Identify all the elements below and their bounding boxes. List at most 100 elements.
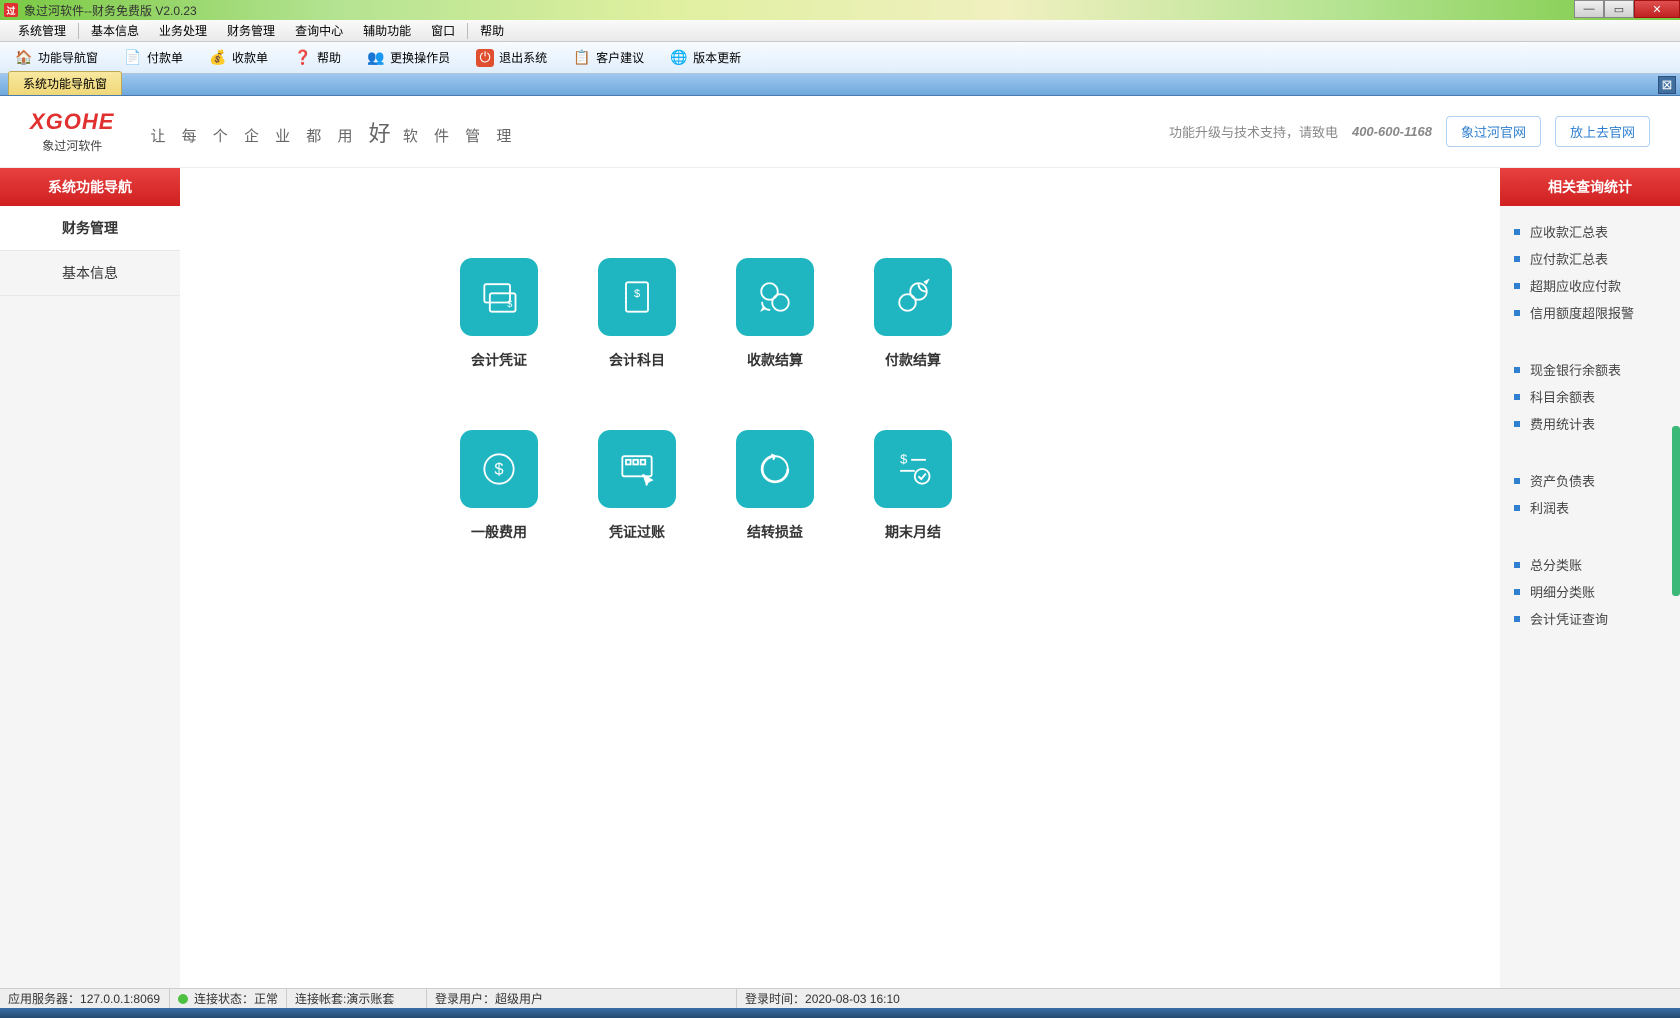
toolbar-receipt[interactable]: 💰 收款单 bbox=[198, 45, 279, 71]
menu-help[interactable]: 帮助 bbox=[470, 19, 514, 42]
main-area: 系统功能导航 财务管理 基本信息 $ 会计凭证 $ 会计科目 收款结算 付款结算… bbox=[0, 168, 1680, 988]
link-cash-balance[interactable]: 现金银行余额表 bbox=[1514, 356, 1666, 383]
tabstrip: 系统功能导航窗 ⊠ bbox=[0, 74, 1680, 96]
toolbar: 🏠功能导航窗 📄付款单 💰收款单 ❓帮助 👥更换操作员 ⏻退出系统 📋客户建议 … bbox=[0, 42, 1680, 74]
svg-text:$: $ bbox=[494, 461, 503, 479]
voucher-icon: $ bbox=[477, 275, 521, 319]
svg-text:$: $ bbox=[900, 452, 907, 467]
minimize-button[interactable]: — bbox=[1574, 0, 1604, 18]
tile-label: 付款结算 bbox=[885, 350, 941, 370]
statusbar: 应用服务器：127.0.0.1:8069 连接状态：正常 连接帐套:演示账套 登… bbox=[0, 988, 1680, 1008]
tile-post[interactable]: 凭证过账 bbox=[598, 430, 676, 542]
help-icon: ❓ bbox=[294, 49, 312, 67]
power-icon: ⏻ bbox=[476, 49, 494, 67]
support-phone: 400-600-1168 bbox=[1352, 124, 1432, 139]
link-overdue[interactable]: 超期应收应付款 bbox=[1514, 272, 1666, 299]
menu-business[interactable]: 业务处理 bbox=[149, 19, 217, 42]
close-button[interactable]: ✕ bbox=[1634, 0, 1680, 18]
link-payable-summary[interactable]: 应付款汇总表 bbox=[1514, 245, 1666, 272]
status-login-time: 登录时间：2020-08-03 16:10 bbox=[737, 989, 1047, 1008]
link-subject-balance[interactable]: 科目余额表 bbox=[1514, 383, 1666, 410]
status-server: 应用服务器：127.0.0.1:8069 bbox=[0, 989, 170, 1008]
menu-separator bbox=[467, 23, 468, 39]
status-user: 登录用户：超级用户 bbox=[427, 989, 737, 1008]
menu-finance[interactable]: 财务管理 bbox=[217, 19, 285, 42]
logo-text: XGOHE bbox=[30, 109, 114, 135]
tile-expense[interactable]: $ 一般费用 bbox=[460, 430, 538, 542]
toolbar-label: 更换操作员 bbox=[390, 49, 450, 66]
toolbar-help[interactable]: ❓帮助 bbox=[283, 45, 352, 71]
menu-aux[interactable]: 辅助功能 bbox=[353, 19, 421, 42]
os-taskbar bbox=[0, 1008, 1680, 1018]
users-icon: 👥 bbox=[367, 49, 385, 67]
book-icon: $ bbox=[615, 275, 659, 319]
toolbar-label: 客户建议 bbox=[596, 49, 644, 66]
scrollbar-rail bbox=[1670, 96, 1680, 916]
link-credit-alert[interactable]: 信用额度超限报警 bbox=[1514, 299, 1666, 326]
toolbar-label: 功能导航窗 bbox=[38, 49, 98, 66]
doc-icon: 📄 bbox=[124, 49, 142, 67]
tile-receive-settle[interactable]: 收款结算 bbox=[736, 258, 814, 370]
link-profit[interactable]: 利润表 bbox=[1514, 494, 1666, 521]
scrollbar-thumb[interactable] bbox=[1672, 426, 1680, 596]
link-receivable-summary[interactable]: 应收款汇总表 bbox=[1514, 218, 1666, 245]
coins-in-icon bbox=[753, 275, 797, 319]
close-all-tabs-icon[interactable]: ⊠ bbox=[1658, 76, 1676, 94]
sidebar-right: 相关查询统计 应收款汇总表 应付款汇总表 超期应收应付款 信用额度超限报警 现金… bbox=[1500, 168, 1680, 988]
support-text: 功能升级与技术支持，请致电 bbox=[1169, 122, 1338, 141]
slogan-big: 好 bbox=[369, 121, 393, 146]
sidebar-left-header: 系统功能导航 bbox=[0, 168, 180, 206]
toolbar-nav-window[interactable]: 🏠 功能导航窗 bbox=[4, 45, 109, 71]
menu-system[interactable]: 系统管理 bbox=[8, 19, 76, 42]
content-area: $ 会计凭证 $ 会计科目 收款结算 付款结算 $ 一般费用 凭证过账 bbox=[180, 168, 1500, 988]
window-title: 象过河软件--财务免费版 V2.0.23 bbox=[24, 2, 197, 19]
logo: XGOHE 象过河软件 bbox=[30, 109, 114, 154]
menu-basic[interactable]: 基本信息 bbox=[81, 19, 149, 42]
tile-grid: $ 会计凭证 $ 会计科目 收款结算 付款结算 $ 一般费用 凭证过账 bbox=[460, 258, 952, 542]
tile-label: 会计科目 bbox=[609, 350, 665, 370]
tile-label: 凭证过账 bbox=[609, 522, 665, 542]
toolbar-exit[interactable]: ⏻退出系统 bbox=[465, 45, 558, 71]
tile-label: 期末月结 bbox=[885, 522, 941, 542]
link-general-ledger[interactable]: 总分类账 bbox=[1514, 551, 1666, 578]
toolbar-switch-user[interactable]: 👥 更换操作员 bbox=[356, 45, 461, 71]
svg-text:$: $ bbox=[634, 288, 640, 300]
link-detail-ledger[interactable]: 明细分类账 bbox=[1514, 578, 1666, 605]
tile-subject[interactable]: $ 会计科目 bbox=[598, 258, 676, 370]
tile-label: 结转损益 bbox=[747, 522, 803, 542]
toolbar-payment[interactable]: 📄付款单 bbox=[113, 45, 194, 71]
menu-separator bbox=[78, 23, 79, 39]
tile-month-close[interactable]: $ 期末月结 bbox=[874, 430, 952, 542]
home-icon: 🏠 bbox=[15, 49, 33, 67]
menu-window[interactable]: 窗口 bbox=[421, 19, 465, 42]
svg-text:$: $ bbox=[507, 299, 512, 309]
list-check-icon: $ bbox=[891, 447, 935, 491]
toolbar-update[interactable]: 🌐版本更新 bbox=[659, 45, 752, 71]
tile-voucher[interactable]: $ 会计凭证 bbox=[460, 258, 538, 370]
maximize-button[interactable]: ▭ bbox=[1604, 0, 1634, 18]
slogan: 让 每 个 企 业 都 用 好 软 件 管 理 bbox=[150, 116, 517, 148]
coins-out-icon bbox=[891, 275, 935, 319]
status-connection: 连接状态：正常 bbox=[170, 989, 287, 1008]
menu-query[interactable]: 查询中心 bbox=[285, 19, 353, 42]
alt-site-button[interactable]: 放上去官网 bbox=[1555, 116, 1650, 147]
logo-subtitle: 象过河软件 bbox=[30, 137, 114, 154]
screen-cursor-icon bbox=[615, 447, 659, 491]
tile-carryover[interactable]: 结转损益 bbox=[736, 430, 814, 542]
tile-label: 会计凭证 bbox=[471, 350, 527, 370]
titlebar: 过 象过河软件--财务免费版 V2.0.23 — ▭ ✕ bbox=[0, 0, 1680, 20]
tab-nav-window[interactable]: 系统功能导航窗 bbox=[8, 71, 122, 95]
toolbar-feedback[interactable]: 📋客户建议 bbox=[562, 45, 655, 71]
link-expense-stat[interactable]: 费用统计表 bbox=[1514, 410, 1666, 437]
status-account: 连接帐套:演示账套 bbox=[287, 989, 427, 1008]
sidebar-item-basic[interactable]: 基本信息 bbox=[0, 251, 180, 296]
money-icon: 💰 bbox=[209, 49, 227, 67]
sidebar-item-finance[interactable]: 财务管理 bbox=[0, 206, 180, 251]
toolbar-label: 收款单 bbox=[232, 49, 268, 66]
tile-pay-settle[interactable]: 付款结算 bbox=[874, 258, 952, 370]
link-voucher-query[interactable]: 会计凭证查询 bbox=[1514, 605, 1666, 632]
link-balance-sheet[interactable]: 资产负债表 bbox=[1514, 467, 1666, 494]
official-site-button[interactable]: 象过河官网 bbox=[1446, 116, 1541, 147]
header: XGOHE 象过河软件 让 每 个 企 业 都 用 好 软 件 管 理 功能升级… bbox=[0, 96, 1680, 168]
toolbar-label: 版本更新 bbox=[693, 49, 741, 66]
